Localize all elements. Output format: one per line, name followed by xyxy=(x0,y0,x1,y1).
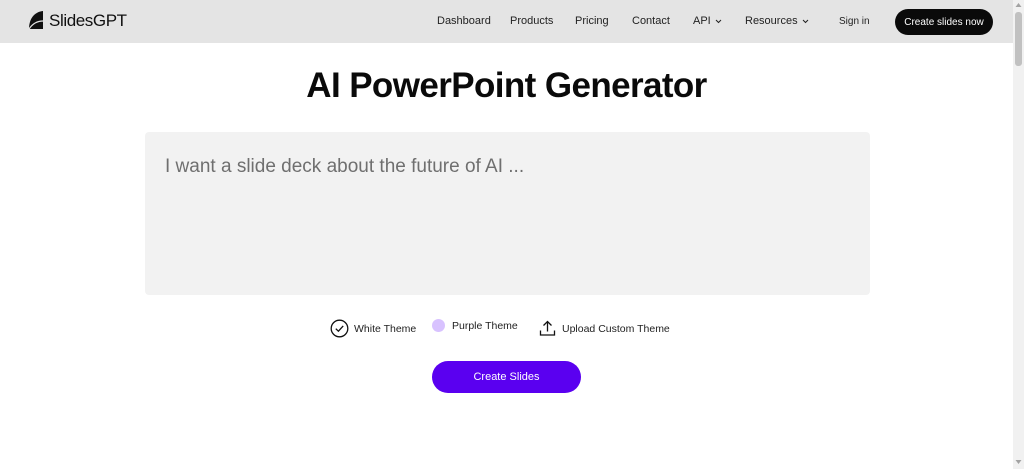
sign-in-link[interactable]: Sign in xyxy=(839,16,870,27)
theme-option-white[interactable]: White Theme xyxy=(330,319,416,338)
page-title: AI PowerPoint Generator xyxy=(306,66,707,105)
theme-option-upload[interactable]: Upload Custom Theme xyxy=(538,319,670,338)
nav-api-label: API xyxy=(693,15,711,27)
nav-resources[interactable]: Resources xyxy=(745,15,809,27)
nav-dashboard[interactable]: Dashboard xyxy=(437,15,491,27)
main-nav: Dashboard Products Pricing Contact API R… xyxy=(0,0,1013,43)
theme-selector: White Theme Purple Theme Upload Custom T… xyxy=(0,319,1013,339)
scrollbar-thumb[interactable] xyxy=(1015,12,1022,66)
nav-products[interactable]: Products xyxy=(510,15,553,27)
nav-dashboard-label: Dashboard xyxy=(437,15,491,27)
sign-in-label: Sign in xyxy=(839,16,870,27)
create-slides-button[interactable]: Create Slides xyxy=(432,361,581,393)
nav-pricing-label: Pricing xyxy=(575,15,609,27)
create-slides-now-button[interactable]: Create slides now xyxy=(895,9,993,35)
nav-products-label: Products xyxy=(510,15,554,27)
chevron-down-icon xyxy=(802,19,808,23)
scroll-down-arrow-icon[interactable] xyxy=(1015,459,1022,465)
nav-contact-label: Contact xyxy=(632,15,670,27)
nav-resources-label: Resources xyxy=(745,15,798,27)
page-scrollbar[interactable] xyxy=(1013,0,1024,469)
theme-option-purple[interactable]: Purple Theme xyxy=(432,319,518,332)
prompt-input[interactable] xyxy=(145,132,870,295)
theme-option-purple-label: Purple Theme xyxy=(452,319,518,332)
upload-icon xyxy=(539,320,556,336)
theme-option-upload-label: Upload Custom Theme xyxy=(562,322,670,335)
purple-dot-icon xyxy=(432,319,445,332)
check-circle-icon xyxy=(330,319,349,338)
top-navbar: SlidesGPT Dashboard Products Pricing Con… xyxy=(0,0,1013,43)
chevron-down-icon xyxy=(715,19,722,23)
scroll-up-arrow-icon[interactable] xyxy=(1015,2,1022,8)
nav-contact[interactable]: Contact xyxy=(632,15,670,27)
nav-api[interactable]: API xyxy=(693,15,722,27)
nav-pricing[interactable]: Pricing xyxy=(575,15,609,27)
theme-option-white-label: White Theme xyxy=(354,322,417,335)
